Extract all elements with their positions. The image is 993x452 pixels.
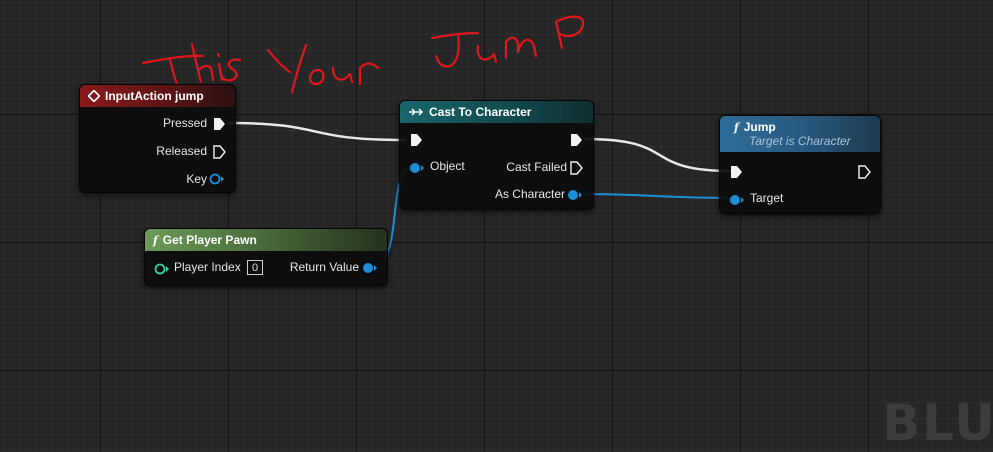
- object-pin-as-character[interactable]: [567, 188, 583, 206]
- jump-header[interactable]: f Jump Target is Character: [720, 116, 880, 152]
- as-character-pin-label: As Character: [494, 187, 565, 201]
- exec-pin-released[interactable]: [213, 145, 226, 164]
- get-player-pawn-node[interactable]: f Get Player Pawn Player Index 0 Return …: [144, 228, 388, 286]
- exec-in-pin-jump[interactable]: [730, 165, 743, 184]
- int-pin-player-index[interactable]: [154, 262, 170, 280]
- cast-title: Cast To Character: [429, 105, 532, 119]
- target-pin-label: Target: [750, 191, 784, 205]
- function-icon: f: [734, 120, 739, 134]
- jump-subtitle: Target is Character: [749, 134, 851, 148]
- function-icon: f: [153, 233, 158, 247]
- get-player-pawn-header[interactable]: f Get Player Pawn: [145, 229, 387, 251]
- exec-out-pin-cast[interactable]: [570, 133, 583, 152]
- input-action-jump-node[interactable]: InputAction jump Pressed Released Key: [79, 84, 236, 193]
- exec-in-pin-cast[interactable]: [410, 133, 423, 152]
- jump-title: Jump: [743, 120, 776, 134]
- key-pin-label: Key: [186, 172, 207, 186]
- object-pin-target[interactable]: [729, 193, 745, 211]
- object-pin-return-value[interactable]: [362, 261, 378, 279]
- cast-failed-pin-label: Cast Failed: [506, 160, 567, 174]
- object-pin-label: Object: [430, 159, 465, 173]
- player-index-label: Player Index: [174, 260, 241, 274]
- diamond-event-icon: [88, 90, 100, 102]
- player-index-input[interactable]: 0: [247, 260, 263, 275]
- pressed-pin-label: Pressed: [162, 116, 207, 130]
- jump-node[interactable]: f Jump Target is Character Target: [719, 115, 881, 214]
- return-value-label: Return Value: [289, 260, 359, 274]
- get-player-pawn-title: Get Player Pawn: [162, 233, 257, 247]
- blueprint-watermark: BLU: [882, 394, 993, 452]
- released-pin-label: Released: [156, 144, 207, 158]
- cast-to-character-node[interactable]: Cast To Character Object Cast Failed As …: [399, 100, 594, 210]
- struct-pin-key[interactable]: [209, 172, 225, 190]
- cast-arrows-icon: [408, 107, 424, 117]
- input-action-header[interactable]: InputAction jump: [80, 85, 235, 107]
- object-pin-cast[interactable]: [409, 161, 425, 179]
- exec-pin-pressed[interactable]: [213, 117, 226, 136]
- exec-pin-cast-failed[interactable]: [570, 161, 583, 180]
- input-action-title: InputAction jump: [105, 89, 204, 103]
- handwritten-annotation: [141, 15, 585, 94]
- exec-out-pin-jump[interactable]: [858, 165, 871, 184]
- cast-header[interactable]: Cast To Character: [400, 101, 593, 123]
